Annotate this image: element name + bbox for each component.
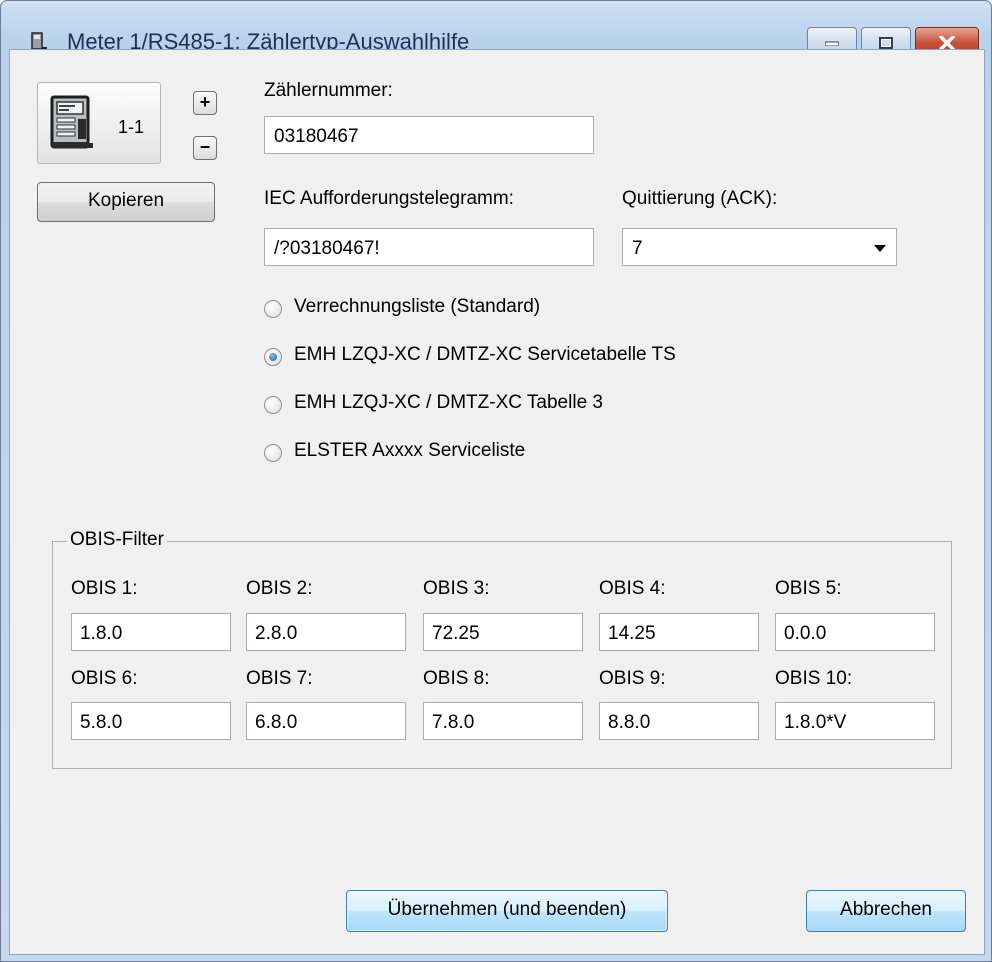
ack-label: Quittierung (ACK):: [622, 188, 778, 209]
maximize-icon: [879, 37, 893, 49]
obis-8-label: OBIS 8:: [423, 668, 490, 689]
obis-filter-group: OBIS-Filter OBIS 1: OBIS 2: OBIS 3: OBIS…: [52, 529, 952, 769]
radio-label: Verrechnungsliste (Standard): [294, 296, 541, 317]
obis-3-label: OBIS 3:: [423, 578, 490, 599]
obis-7-input[interactable]: 6.8.0: [246, 702, 406, 740]
obis-3-input[interactable]: 72.25: [423, 613, 583, 651]
dialog-body: 1-1 + − Kopieren Zählernummer: 03180467 …: [9, 49, 985, 955]
remove-meter-button[interactable]: −: [193, 136, 217, 160]
obis-9-input[interactable]: 8.8.0: [599, 702, 759, 740]
radio-button[interactable]: [264, 300, 282, 318]
add-meter-button[interactable]: +: [193, 91, 217, 115]
obis-8-input[interactable]: 7.8.0: [423, 702, 583, 740]
cancel-button[interactable]: Abbrechen: [806, 890, 966, 932]
obis-4-label: OBIS 4:: [599, 578, 666, 599]
obis-10-input[interactable]: 1.8.0*V: [775, 702, 935, 740]
close-icon: [939, 36, 955, 50]
obis-1-label: OBIS 1:: [71, 578, 138, 599]
apply-and-close-button[interactable]: Übernehmen (und beenden): [346, 890, 668, 932]
radio-button[interactable]: [264, 396, 282, 414]
minimize-icon: [825, 41, 839, 46]
obis-1-input[interactable]: 1.8.0: [71, 613, 231, 651]
meter-number-label: Zählernummer:: [264, 80, 393, 101]
electricity-meter-icon: [50, 95, 93, 149]
radio-button[interactable]: [264, 444, 282, 462]
dialog-window: Meter 1/RS485-1: Zählertyp-Auswahlhilfe: [0, 0, 992, 962]
title-bar[interactable]: Meter 1/RS485-1: Zählertyp-Auswahlhilfe: [1, 1, 991, 59]
iec-request-input[interactable]: /?03180467!: [264, 228, 594, 266]
obis-5-label: OBIS 5:: [775, 578, 842, 599]
obis-7-label: OBIS 7:: [246, 668, 313, 689]
obis-6-label: OBIS 6:: [71, 668, 138, 689]
meter-number-input[interactable]: 03180467: [264, 116, 594, 154]
obis-2-label: OBIS 2:: [246, 578, 313, 599]
obis-filter-title: OBIS-Filter: [67, 529, 167, 551]
obis-5-input[interactable]: 0.0.0: [775, 613, 935, 651]
obis-2-input[interactable]: 2.8.0: [246, 613, 406, 651]
ack-selected-value: 7: [632, 238, 643, 259]
meter-tile[interactable]: 1-1: [37, 82, 161, 164]
radio-button-selected[interactable]: [264, 348, 282, 366]
obis-10-label: OBIS 10:: [775, 668, 853, 689]
copy-button[interactable]: Kopieren: [37, 182, 215, 222]
obis-6-input[interactable]: 5.8.0: [71, 702, 231, 740]
iec-request-label: IEC Aufforderungstelegramm:: [264, 188, 514, 209]
radio-label: EMH LZQJ-XC / DMTZ-XC Tabelle 3: [294, 392, 603, 413]
radio-label: ELSTER Axxxx Serviceliste: [294, 440, 526, 461]
obis-9-label: OBIS 9:: [599, 668, 666, 689]
ack-select[interactable]: 7: [622, 228, 897, 266]
radio-label: EMH LZQJ-XC / DMTZ-XC Servicetabelle TS: [294, 344, 676, 365]
meter-id: 1-1: [118, 117, 145, 137]
chevron-down-icon: [874, 245, 886, 252]
obis-4-input[interactable]: 14.25: [599, 613, 759, 651]
